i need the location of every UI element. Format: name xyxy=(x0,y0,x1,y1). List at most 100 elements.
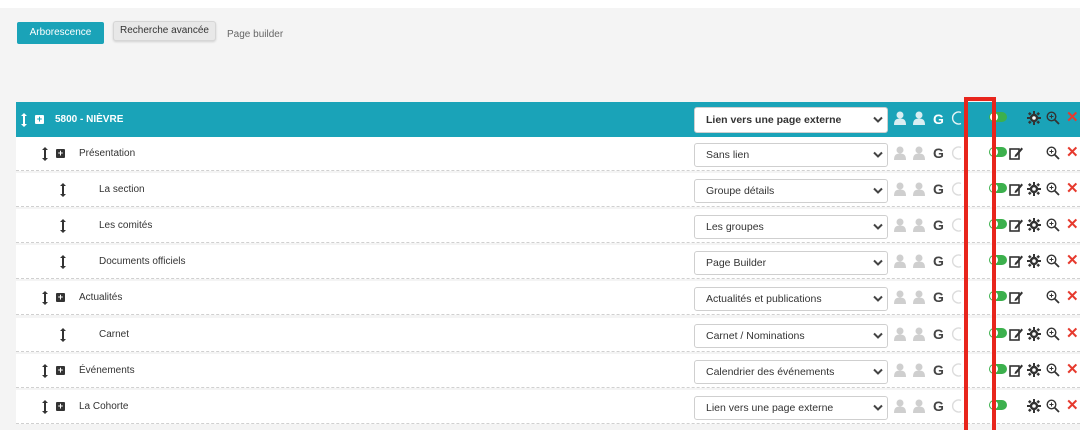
drag-handle-icon[interactable] xyxy=(59,327,67,343)
user-icon[interactable] xyxy=(913,399,925,413)
user-icon[interactable] xyxy=(894,363,906,377)
google-icon[interactable]: G xyxy=(933,145,944,161)
edit-icon[interactable] xyxy=(1009,290,1023,304)
link-type-select[interactable]: Lien vers une page externe xyxy=(694,396,888,420)
edit-icon[interactable] xyxy=(1009,327,1023,341)
user-icon[interactable] xyxy=(913,111,925,125)
tree-row-label[interactable]: Documents officiels xyxy=(99,245,186,279)
user-icon[interactable] xyxy=(894,111,906,125)
google-icon[interactable]: G xyxy=(933,398,944,414)
zoom-icon[interactable] xyxy=(1046,399,1060,413)
edit-icon[interactable] xyxy=(1009,254,1023,268)
status-ring-icon[interactable] xyxy=(951,290,963,304)
user-icon[interactable] xyxy=(913,146,925,160)
edit-icon[interactable] xyxy=(1009,218,1023,232)
status-ring-icon[interactable] xyxy=(951,146,963,160)
edit-icon[interactable] xyxy=(1009,146,1023,160)
status-ring-icon[interactable] xyxy=(951,182,963,196)
gear-icon[interactable] xyxy=(1027,327,1041,341)
delete-icon[interactable]: ✕ xyxy=(1066,217,1079,232)
google-icon[interactable]: G xyxy=(933,362,944,378)
delete-icon[interactable]: ✕ xyxy=(1066,110,1079,125)
toggle-on-icon[interactable] xyxy=(989,147,1007,157)
link-type-select[interactable]: Lien vers une page externe xyxy=(694,107,888,133)
drag-handle-icon[interactable] xyxy=(41,399,49,415)
status-ring-icon[interactable] xyxy=(951,363,963,377)
toggle-on-icon[interactable] xyxy=(989,364,1007,374)
toggle-on-icon[interactable] xyxy=(989,291,1007,301)
user-icon[interactable] xyxy=(894,399,906,413)
toggle-on-icon[interactable] xyxy=(989,183,1007,193)
status-ring-icon[interactable] xyxy=(951,327,963,341)
google-icon[interactable]: G xyxy=(933,326,944,342)
drag-handle-icon[interactable] xyxy=(41,290,49,306)
drag-handle-icon[interactable] xyxy=(41,146,49,162)
tree-row-label[interactable]: Carnet xyxy=(99,318,129,352)
delete-icon[interactable]: ✕ xyxy=(1066,145,1079,160)
tree-row-label[interactable]: Événements xyxy=(79,354,135,388)
gear-icon[interactable] xyxy=(1027,363,1041,377)
gear-icon[interactable] xyxy=(1027,218,1041,232)
status-ring-icon[interactable] xyxy=(951,111,963,125)
advanced-search-button[interactable]: Recherche avancée xyxy=(113,21,216,41)
drag-handle-icon[interactable] xyxy=(59,254,67,270)
tree-row-label[interactable]: Les comités xyxy=(99,209,152,243)
zoom-icon[interactable] xyxy=(1046,111,1060,125)
zoom-icon[interactable] xyxy=(1046,254,1060,268)
expand-plus-icon[interactable]: + xyxy=(56,366,65,375)
delete-icon[interactable]: ✕ xyxy=(1066,253,1079,268)
zoom-icon[interactable] xyxy=(1046,182,1060,196)
link-type-select[interactable]: Actualités et publications xyxy=(694,287,888,311)
delete-icon[interactable]: ✕ xyxy=(1066,326,1079,341)
toggle-on-icon[interactable] xyxy=(989,219,1007,229)
toggle-on-icon[interactable] xyxy=(989,112,1007,122)
user-icon[interactable] xyxy=(913,254,925,268)
delete-icon[interactable]: ✕ xyxy=(1066,181,1079,196)
link-type-select[interactable]: Sans lien xyxy=(694,143,888,167)
user-icon[interactable] xyxy=(894,290,906,304)
status-ring-icon[interactable] xyxy=(951,218,963,232)
link-type-select[interactable]: Page Builder xyxy=(694,251,888,275)
zoom-icon[interactable] xyxy=(1046,363,1060,377)
toggle-on-icon[interactable] xyxy=(989,328,1007,338)
tree-row-label[interactable]: Actualités xyxy=(79,281,122,315)
expand-plus-icon[interactable]: + xyxy=(56,149,65,158)
zoom-icon[interactable] xyxy=(1046,290,1060,304)
user-icon[interactable] xyxy=(913,182,925,196)
zoom-icon[interactable] xyxy=(1046,146,1060,160)
user-icon[interactable] xyxy=(894,182,906,196)
google-icon[interactable]: G xyxy=(933,181,944,197)
user-icon[interactable] xyxy=(894,146,906,160)
page-builder-link[interactable]: Page builder xyxy=(227,29,283,40)
gear-icon[interactable] xyxy=(1027,182,1041,196)
user-icon[interactable] xyxy=(894,218,906,232)
expand-plus-icon[interactable]: + xyxy=(56,293,65,302)
user-icon[interactable] xyxy=(913,327,925,341)
edit-icon[interactable] xyxy=(1009,363,1023,377)
delete-icon[interactable]: ✕ xyxy=(1066,398,1079,413)
drag-handle-icon[interactable] xyxy=(41,363,49,379)
zoom-icon[interactable] xyxy=(1046,327,1060,341)
delete-icon[interactable]: ✕ xyxy=(1066,362,1079,377)
link-type-select[interactable]: Les groupes xyxy=(694,215,888,239)
drag-handle-icon[interactable] xyxy=(59,218,67,234)
user-icon[interactable] xyxy=(913,363,925,377)
expand-plus-icon[interactable]: + xyxy=(35,115,44,124)
toggle-on-icon[interactable] xyxy=(989,400,1007,410)
google-icon[interactable]: G xyxy=(933,111,944,127)
tree-button[interactable]: Arborescence xyxy=(17,22,104,44)
link-type-select[interactable]: Groupe détails xyxy=(694,179,888,203)
tree-row-label[interactable]: La Cohorte xyxy=(79,390,128,424)
edit-icon[interactable] xyxy=(1009,182,1023,196)
gear-icon[interactable] xyxy=(1027,399,1041,413)
delete-icon[interactable]: ✕ xyxy=(1066,289,1079,304)
status-ring-icon[interactable] xyxy=(951,399,963,413)
tree-row-label[interactable]: La section xyxy=(99,173,145,207)
gear-icon[interactable] xyxy=(1027,111,1041,125)
google-icon[interactable]: G xyxy=(933,253,944,269)
tree-row-label[interactable]: Présentation xyxy=(79,137,135,171)
user-icon[interactable] xyxy=(894,327,906,341)
expand-plus-icon[interactable]: + xyxy=(56,402,65,411)
zoom-icon[interactable] xyxy=(1046,218,1060,232)
tree-row-label[interactable]: 5800 - NIÈVRE xyxy=(55,102,123,138)
